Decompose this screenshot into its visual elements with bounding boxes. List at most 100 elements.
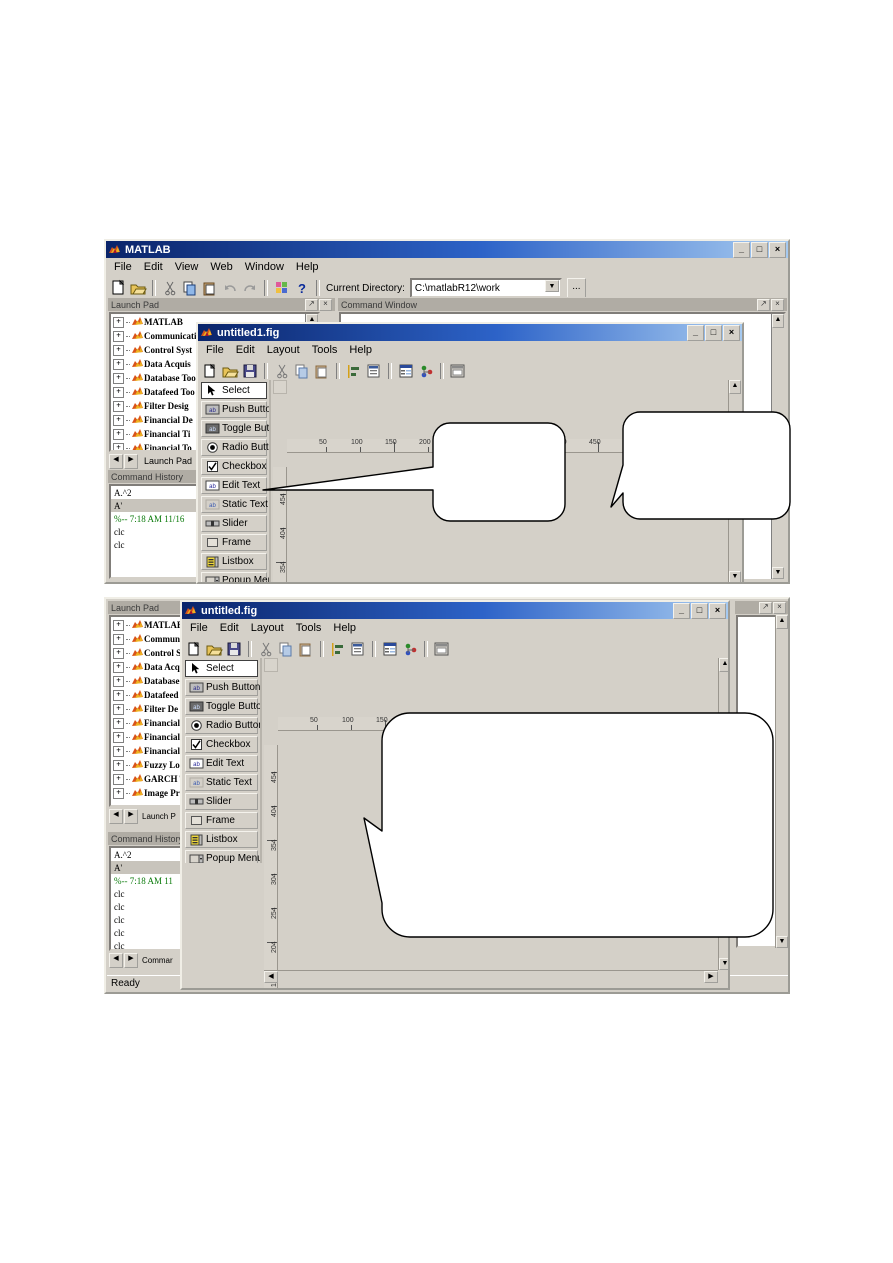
menu-help[interactable]: Help bbox=[327, 621, 362, 635]
object-browser-icon[interactable] bbox=[401, 641, 419, 658]
command-window-close-button[interactable]: × bbox=[771, 298, 784, 311]
cut-icon[interactable] bbox=[161, 280, 179, 297]
run-figure-icon[interactable] bbox=[449, 363, 467, 380]
expander-icon[interactable]: + bbox=[113, 428, 124, 440]
history-line[interactable]: A' bbox=[111, 861, 183, 874]
right-panel-undock-button[interactable]: ↗ bbox=[759, 601, 772, 614]
tree-item[interactable]: + Filter De bbox=[113, 702, 183, 716]
guide-window-controls-bottom[interactable]: _ □ × bbox=[673, 602, 726, 619]
palette-item-slider[interactable]: Slider bbox=[185, 793, 258, 810]
current-directory-dropdown-arrow[interactable]: ▼ bbox=[544, 280, 559, 292]
expander-icon[interactable]: + bbox=[113, 731, 124, 743]
expander-icon[interactable]: + bbox=[113, 414, 124, 426]
launch-pad-tabstrip-bottom[interactable]: ◀ ▶ Launch P bbox=[109, 808, 185, 824]
history-line[interactable]: clc bbox=[111, 926, 183, 939]
menu-web[interactable]: Web bbox=[204, 260, 238, 274]
guide-menu-bar-top[interactable]: File Edit Layout Tools Help bbox=[198, 341, 742, 359]
tree-item[interactable]: + Financial bbox=[113, 716, 183, 730]
paste-icon[interactable] bbox=[297, 641, 315, 658]
tab-scroll-left-button[interactable]: ◀ bbox=[109, 952, 123, 968]
expander-icon[interactable]: + bbox=[113, 400, 124, 412]
palette-item-frame[interactable]: Frame bbox=[185, 812, 258, 829]
menu-layout[interactable]: Layout bbox=[245, 621, 290, 635]
history-line[interactable]: A.^2 bbox=[111, 848, 183, 861]
tree-item[interactable]: + Data Acq bbox=[113, 660, 183, 674]
tree-item[interactable]: + MATLAB bbox=[113, 618, 183, 632]
expander-icon[interactable]: + bbox=[113, 316, 124, 328]
expander-icon[interactable]: + bbox=[113, 358, 124, 370]
menu-edit[interactable]: Edit bbox=[230, 343, 261, 357]
expander-icon[interactable]: + bbox=[113, 344, 124, 356]
menu-help[interactable]: Help bbox=[343, 343, 378, 357]
scroll-down-button[interactable]: ▼ bbox=[772, 567, 784, 579]
command-history-tabstrip[interactable]: ◀ ▶ Commar bbox=[109, 952, 185, 968]
matlab-title-bar[interactable]: MATLAB _ □ × bbox=[106, 241, 788, 258]
scroll-right-button[interactable]: ▶ bbox=[704, 971, 718, 983]
palette-item-static-text[interactable]: ab Static Text bbox=[185, 774, 258, 791]
new-file-icon[interactable] bbox=[201, 363, 219, 380]
expander-icon[interactable]: + bbox=[113, 661, 124, 673]
help-icon[interactable]: ? bbox=[293, 280, 311, 297]
tree-item[interactable]: + Financial bbox=[113, 730, 183, 744]
expander-icon[interactable]: + bbox=[113, 619, 124, 631]
property-inspector-icon[interactable] bbox=[381, 641, 399, 658]
menu-file[interactable]: File bbox=[108, 260, 138, 274]
tree-item[interactable]: + GARCH Too bbox=[113, 772, 183, 786]
run-figure-icon[interactable] bbox=[433, 641, 451, 658]
expander-icon[interactable]: + bbox=[113, 442, 124, 450]
property-inspector-icon[interactable] bbox=[397, 363, 415, 380]
close-button[interactable]: × bbox=[769, 241, 786, 258]
scroll-down-button[interactable]: ▼ bbox=[719, 958, 728, 970]
cut-icon[interactable] bbox=[257, 641, 275, 658]
copy-icon[interactable] bbox=[181, 280, 199, 297]
object-browser-icon[interactable] bbox=[417, 363, 435, 380]
expander-icon[interactable]: + bbox=[113, 689, 124, 701]
minimize-button[interactable]: _ bbox=[673, 602, 690, 619]
expander-icon[interactable]: + bbox=[113, 787, 124, 799]
palette-item-listbox[interactable]: Listbox bbox=[201, 553, 267, 570]
scroll-up-button[interactable]: ▲ bbox=[776, 615, 788, 629]
minimize-button[interactable]: _ bbox=[733, 241, 750, 258]
expander-icon[interactable]: + bbox=[113, 386, 124, 398]
menu-layout[interactable]: Layout bbox=[261, 343, 306, 357]
expander-icon[interactable]: + bbox=[113, 675, 124, 687]
tab-scroll-left-button[interactable]: ◀ bbox=[109, 453, 123, 469]
palette-item-checkbox[interactable]: Checkbox bbox=[185, 736, 258, 753]
menu-tools[interactable]: Tools bbox=[306, 343, 344, 357]
expander-icon[interactable]: + bbox=[113, 633, 124, 645]
command-history-list-bottom[interactable]: A.^2 A' %-- 7:18 AM 11 clc clc clc clc c… bbox=[109, 846, 185, 951]
tree-item[interactable]: + Financial bbox=[113, 744, 183, 758]
expander-icon[interactable]: + bbox=[113, 372, 124, 384]
tab-scroll-right-button[interactable]: ▶ bbox=[124, 453, 138, 469]
matlab-menu-bar[interactable]: File Edit View Web Window Help bbox=[106, 258, 788, 276]
palette-item-push-button[interactable]: ab Push Button bbox=[185, 679, 260, 696]
menu-help[interactable]: Help bbox=[290, 260, 325, 274]
tree-item[interactable]: + Control S bbox=[113, 646, 183, 660]
tab-scroll-right-button[interactable]: ▶ bbox=[124, 808, 138, 824]
directory-browse-button[interactable]: ... bbox=[566, 278, 586, 298]
close-button[interactable]: × bbox=[723, 324, 740, 341]
copy-icon[interactable] bbox=[277, 641, 295, 658]
command-history-panel-bottom[interactable]: Command History A.^2 A' %-- 7:18 AM 11 c… bbox=[107, 831, 187, 971]
tab-scroll-right-button[interactable]: ▶ bbox=[124, 952, 138, 968]
align-objects-icon[interactable] bbox=[345, 363, 363, 380]
expander-icon[interactable]: + bbox=[113, 647, 124, 659]
history-line[interactable]: clc bbox=[111, 900, 183, 913]
palette-item-edit-text[interactable]: ab Edit Text bbox=[185, 755, 258, 772]
launch-pad-tab[interactable]: Launch Pad bbox=[144, 456, 192, 466]
palette-item-popup-menu[interactable]: Popup Menu bbox=[201, 572, 269, 582]
open-file-icon[interactable] bbox=[221, 363, 239, 380]
expander-icon[interactable]: + bbox=[113, 703, 124, 715]
guide-window-controls-top[interactable]: _ □ × bbox=[687, 324, 740, 341]
palette-item-popup-menu[interactable]: Popup Menu bbox=[185, 850, 260, 863]
menu-tools[interactable]: Tools bbox=[290, 621, 328, 635]
tab-scroll-left-button[interactable]: ◀ bbox=[109, 808, 123, 824]
launch-pad-undock-button[interactable]: ↗ bbox=[305, 298, 318, 311]
minimize-button[interactable]: _ bbox=[687, 324, 704, 341]
scroll-up-button[interactable]: ▲ bbox=[772, 314, 784, 328]
simulink-icon[interactable] bbox=[273, 280, 291, 297]
guide-title-bar-bottom[interactable]: untitled.fig _ □ × bbox=[182, 602, 728, 619]
guide-palette-bottom[interactable]: Select ab Push Button ab Toggle Button R… bbox=[183, 658, 262, 863]
close-button[interactable]: × bbox=[709, 602, 726, 619]
history-line[interactable]: clc bbox=[111, 939, 183, 950]
